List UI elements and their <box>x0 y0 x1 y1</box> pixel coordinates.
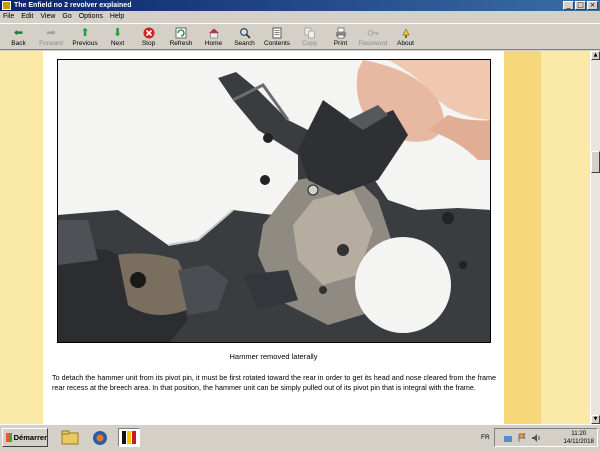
flag-icon[interactable] <box>517 433 527 443</box>
toolbar: ⬅ Back ➡ Forward ⬆ Previous ⬇ Next Stop … <box>0 23 600 50</box>
copy-icon <box>303 26 316 39</box>
right-accent-band <box>504 51 541 424</box>
home-icon <box>207 26 220 39</box>
volume-icon[interactable] <box>531 433 541 443</box>
active-app-button[interactable] <box>118 428 140 447</box>
browser-icon[interactable] <box>90 428 110 447</box>
up-arrow-icon: ⬆ <box>80 26 90 39</box>
title-bar[interactable]: The Enfield no 2 revolver explained _ □ … <box>0 0 600 11</box>
back-button[interactable]: ⬅ Back <box>3 24 34 50</box>
stop-button[interactable]: Stop <box>133 24 164 50</box>
menu-edit[interactable]: Edit <box>18 13 37 20</box>
content-area[interactable]: Hammer removed laterally To detach the h… <box>0 51 590 424</box>
contents-button[interactable]: Contents <box>260 24 294 50</box>
back-arrow-icon: ⬅ <box>13 26 24 39</box>
browser-window: The Enfield no 2 revolver explained _ □ … <box>0 0 600 424</box>
clock[interactable]: 11:20 14/11/2018 <box>563 430 594 446</box>
menu-view[interactable]: View <box>37 13 59 20</box>
windows-logo-icon <box>6 433 12 442</box>
forward-arrow-icon: ➡ <box>46 26 56 39</box>
minimize-button[interactable]: _ <box>563 1 574 10</box>
key-icon <box>367 26 380 39</box>
menu-bar: File Edit View Go Options Help <box>0 11 600 22</box>
close-button[interactable]: × <box>587 1 598 10</box>
search-button[interactable]: Search <box>229 24 260 50</box>
menu-help[interactable]: Help <box>107 13 128 20</box>
print-label: Print <box>333 40 348 47</box>
forward-label: Forward <box>39 40 63 47</box>
language-indicator[interactable]: FR <box>481 434 490 441</box>
contents-label: Contents <box>263 40 291 47</box>
previous-button[interactable]: ⬆ Previous <box>68 24 102 50</box>
previous-label: Previous <box>72 40 98 47</box>
next-label: Next <box>110 40 125 47</box>
folder-icon[interactable] <box>60 428 80 447</box>
page-body: Hammer removed laterally To detach the h… <box>43 51 504 424</box>
password-button[interactable]: Password <box>356 24 390 50</box>
image-caption: Hammer removed laterally <box>229 352 318 361</box>
right-margin <box>541 51 590 424</box>
left-margin <box>0 51 43 424</box>
revolver-hammer-image <box>58 60 490 342</box>
scroll-thumb[interactable] <box>591 151 600 173</box>
about-label: About <box>397 40 414 47</box>
about-icon <box>399 26 412 39</box>
about-button[interactable]: About <box>390 24 421 50</box>
menu-go[interactable]: Go <box>59 13 75 20</box>
home-label: Home <box>204 40 223 47</box>
home-button[interactable]: Home <box>198 24 229 50</box>
window-controls: _ □ × <box>563 1 598 10</box>
contents-icon <box>271 26 284 39</box>
next-button[interactable]: ⬇ Next <box>102 24 133 50</box>
clock-date: 14/11/2018 <box>563 438 594 445</box>
clock-time: 11:20 <box>571 430 587 437</box>
system-tray: 11:20 14/11/2018 <box>494 428 598 447</box>
copy-button[interactable]: Copy <box>294 24 325 50</box>
back-label: Back <box>11 40 26 47</box>
taskbar: Démarrer FR 11:20 14/11/2018 <box>0 424 600 450</box>
menu-options[interactable]: Options <box>76 13 107 20</box>
print-icon <box>334 26 347 39</box>
description-paragraph: To detach the hammer unit from its pivot… <box>52 373 496 392</box>
refresh-icon <box>175 26 188 39</box>
search-label: Search <box>234 40 255 47</box>
hammer-photo <box>57 59 491 343</box>
forward-button[interactable]: ➡ Forward <box>34 24 68 50</box>
copy-label: Copy <box>301 40 318 47</box>
password-label: Password <box>358 40 388 47</box>
scroll-up-icon[interactable]: ▲ <box>591 51 600 60</box>
print-button[interactable]: Print <box>325 24 356 50</box>
refresh-button[interactable]: Refresh <box>164 24 198 50</box>
window-title: The Enfield no 2 revolver explained <box>14 2 132 9</box>
refresh-label: Refresh <box>169 40 193 47</box>
maximize-button[interactable]: □ <box>575 1 586 10</box>
search-icon <box>238 26 251 39</box>
menu-file[interactable]: File <box>0 13 18 20</box>
scroll-down-icon[interactable]: ▼ <box>591 415 600 424</box>
start-label: Démarrer <box>13 433 47 442</box>
network-icon[interactable] <box>503 433 513 443</box>
app-icon <box>2 1 11 10</box>
stop-label: Stop <box>141 40 156 47</box>
down-arrow-icon: ⬇ <box>112 26 123 39</box>
vertical-scrollbar[interactable]: ▲ ▼ <box>590 51 600 424</box>
stop-icon <box>142 26 155 39</box>
start-button[interactable]: Démarrer <box>2 428 48 447</box>
